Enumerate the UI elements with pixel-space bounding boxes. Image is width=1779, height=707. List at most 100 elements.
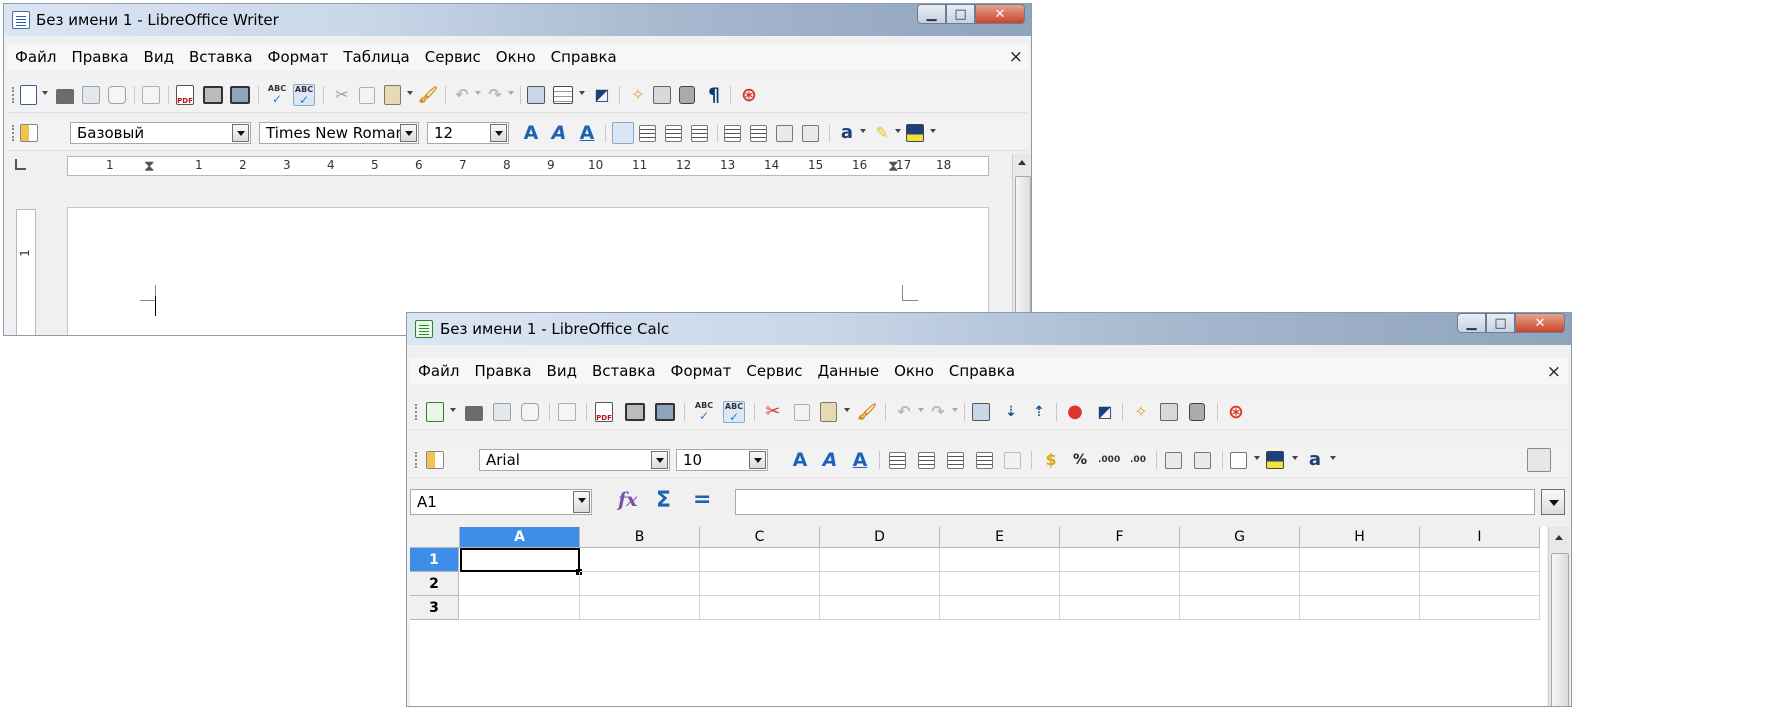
font-name-combo[interactable]: Times New Roman <box>259 122 419 144</box>
bold-icon[interactable]: A <box>520 122 542 144</box>
cell-f2[interactable] <box>1060 572 1180 596</box>
vertical-scrollbar[interactable] <box>1012 154 1031 335</box>
menu-format[interactable]: Формат <box>260 48 336 66</box>
toolbar-grip[interactable] <box>415 452 419 468</box>
menu-help[interactable]: Справка <box>941 362 1022 380</box>
styles-formatting-icon[interactable] <box>426 451 444 469</box>
menu-window[interactable]: Окно <box>886 362 941 380</box>
export-pdf-icon[interactable]: PDF <box>176 85 194 105</box>
cell-c1[interactable] <box>700 548 820 572</box>
paste-icon[interactable] <box>820 402 837 422</box>
chevron-down-icon[interactable] <box>450 408 456 412</box>
paste-icon[interactable] <box>384 85 401 105</box>
expand-formula-button[interactable] <box>1541 489 1565 515</box>
spellcheck-icon[interactable]: ABC ✓ <box>693 401 715 423</box>
cell-h1[interactable] <box>1300 548 1420 572</box>
cell-h3[interactable] <box>1300 596 1420 620</box>
chevron-down-icon[interactable] <box>860 129 866 133</box>
add-decimal-icon[interactable]: .000 <box>1098 449 1120 471</box>
help-lifebuoy-icon[interactable]: ⊛ <box>738 84 760 106</box>
cut-icon[interactable]: ✂ <box>762 401 784 423</box>
cell-e2[interactable] <box>940 572 1060 596</box>
close-document-icon[interactable]: × <box>1009 47 1023 67</box>
paragraph-style-combo[interactable]: Базовый <box>70 122 251 144</box>
minimize-button[interactable]: ▁ <box>1457 313 1486 333</box>
function-icon[interactable]: = <box>693 487 711 512</box>
autospellcheck-icon[interactable]: ABC ✓ <box>293 84 315 106</box>
toolbar-grip[interactable] <box>12 87 16 103</box>
chevron-down-icon[interactable] <box>579 91 585 95</box>
align-left-icon[interactable] <box>889 452 906 469</box>
sort-descending-icon[interactable]: ⇡ <box>1028 401 1050 423</box>
menu-edit[interactable]: Правка <box>466 362 538 380</box>
chevron-down-icon[interactable] <box>895 129 901 133</box>
left-indent-marker[interactable]: ⧗ <box>144 157 155 175</box>
cell-e3[interactable] <box>940 596 1060 620</box>
borders-icon[interactable] <box>1230 452 1247 469</box>
chevron-down-icon[interactable] <box>918 408 924 412</box>
menu-tools[interactable]: Сервис <box>738 362 809 380</box>
chevron-down-icon[interactable] <box>749 451 766 469</box>
print-icon[interactable] <box>203 86 223 104</box>
column-header-i[interactable]: I <box>1420 527 1540 548</box>
decrease-indent-icon[interactable] <box>1165 452 1182 469</box>
column-header-f[interactable]: F <box>1060 527 1180 548</box>
close-document-icon[interactable]: × <box>1547 362 1561 382</box>
justify-icon[interactable] <box>976 452 993 469</box>
name-box[interactable]: A1 <box>410 489 592 515</box>
chevron-down-icon[interactable] <box>844 408 850 412</box>
cell-b1[interactable] <box>580 548 700 572</box>
cell-c3[interactable] <box>700 596 820 620</box>
menu-view[interactable]: Вид <box>539 362 584 380</box>
edit-document-icon[interactable] <box>558 403 576 421</box>
menu-file[interactable]: Файл <box>410 362 466 380</box>
cell-h2[interactable] <box>1300 572 1420 596</box>
redo-icon[interactable]: ↷ <box>484 84 506 106</box>
cell-e1[interactable] <box>940 548 1060 572</box>
clone-formatting-icon[interactable]: 🖌 <box>856 401 878 423</box>
chevron-down-icon[interactable] <box>573 491 590 513</box>
menu-insert[interactable]: Вставка <box>181 48 260 66</box>
toolbar-grip[interactable] <box>415 404 419 420</box>
formatting-marks-icon[interactable]: ¶ <box>703 84 725 106</box>
toolbar-grip[interactable] <box>12 125 16 141</box>
increase-indent-icon[interactable] <box>802 125 819 142</box>
font-color-icon[interactable]: a <box>1304 449 1326 471</box>
bold-icon[interactable]: A <box>789 449 811 471</box>
calc-titlebar[interactable]: Без имени 1 - LibreOffice Calc ▁ □ ✕ <box>407 313 1571 345</box>
column-header-e[interactable]: E <box>940 527 1060 548</box>
percent-format-icon[interactable]: % <box>1069 449 1091 471</box>
font-color-icon[interactable]: a <box>836 122 858 144</box>
cell-b3[interactable] <box>580 596 700 620</box>
gallery-icon[interactable]: ✧ <box>627 84 649 106</box>
menu-tools[interactable]: Сервис <box>417 48 488 66</box>
cell-g1[interactable] <box>1180 548 1300 572</box>
column-header-g[interactable]: G <box>1180 527 1300 548</box>
insert-chart-icon[interactable]: ● <box>1064 401 1086 423</box>
menu-view[interactable]: Вид <box>136 48 181 66</box>
vertical-ruler[interactable]: 1 <box>16 209 36 335</box>
scroll-thumb[interactable] <box>1551 553 1569 706</box>
chevron-down-icon[interactable] <box>475 91 481 95</box>
spellcheck-icon[interactable]: ABC ✓ <box>266 84 288 106</box>
underline-icon[interactable]: A <box>849 449 871 471</box>
maximize-button[interactable]: □ <box>1486 313 1515 333</box>
menu-data[interactable]: Данные <box>809 362 886 380</box>
spreadsheet-grid[interactable]: A B C D E F G H I 1 2 3 <box>410 527 1547 706</box>
merge-cells-icon[interactable] <box>1004 452 1021 469</box>
numbering-icon[interactable] <box>724 125 741 142</box>
edit-document-icon[interactable] <box>142 86 160 104</box>
menu-edit[interactable]: Правка <box>63 48 135 66</box>
cell-a3[interactable] <box>460 596 580 620</box>
draw-functions-icon[interactable]: ◩ <box>591 84 613 106</box>
export-pdf-icon[interactable]: PDF <box>595 402 613 422</box>
field-shadings-icon[interactable] <box>1189 403 1205 421</box>
column-header-h[interactable]: H <box>1300 527 1420 548</box>
chevron-down-icon[interactable] <box>952 408 958 412</box>
cell-d2[interactable] <box>820 572 940 596</box>
column-header-c[interactable]: C <box>700 527 820 548</box>
decrease-indent-icon[interactable] <box>776 125 793 142</box>
chevron-down-icon[interactable] <box>407 91 413 95</box>
highlighting-icon[interactable]: ✎ <box>871 122 893 144</box>
align-right-icon[interactable] <box>947 452 964 469</box>
